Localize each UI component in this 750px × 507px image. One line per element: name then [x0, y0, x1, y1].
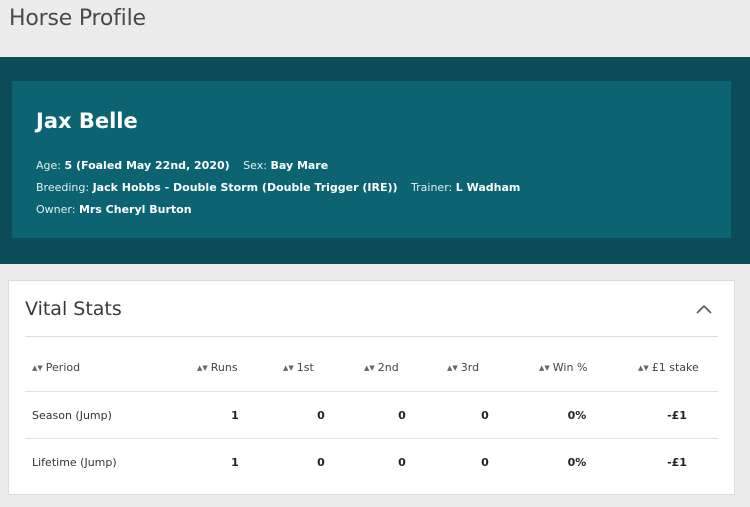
breeding-value: Jack Hobbs - Double Storm (Double Trigge…	[92, 181, 398, 194]
owner-label: Owner:	[36, 203, 76, 216]
stake-cell: -£1	[667, 409, 687, 422]
column-header-3rd[interactable]: ▲▼ 3rd	[447, 361, 479, 374]
breeding-label: Breeding:	[36, 181, 90, 194]
period-cell: Season (Jump)	[32, 409, 112, 422]
trainer-label: Trainer:	[411, 181, 453, 194]
first-cell: 0	[317, 456, 325, 469]
stats-divider	[25, 336, 718, 337]
column-header-period[interactable]: ▲▼ Period	[32, 361, 80, 374]
vital-stats-table: ▲▼ Period ▲▼ Runs ▲▼ 1st ▲▼ 2nd ▲▼ 3rd ▲▼ Win …	[25, 338, 718, 486]
stake-cell: -£1	[667, 456, 687, 469]
horse-profile-card: Jax Belle Age: 5 (Foaled May 22nd, 2020)…	[12, 81, 731, 238]
age-value: 5 (Foaled May 22nd, 2020)	[64, 159, 230, 172]
sort-arrows-icon: ▲▼	[364, 364, 375, 372]
second-cell: 0	[398, 456, 406, 469]
sort-arrows-icon: ▲▼	[539, 364, 550, 372]
sort-arrows-icon: ▲▼	[447, 364, 458, 372]
table-header-row: ▲▼ Period ▲▼ Runs ▲▼ 1st ▲▼ 2nd ▲▼ 3rd ▲▼ Win …	[25, 338, 718, 392]
second-cell: 0	[398, 409, 406, 422]
trainer-value[interactable]: L Wadham	[456, 181, 521, 194]
runs-cell: 1	[231, 409, 239, 422]
table-row: Lifetime (Jump) 1 0 0 0 0% -£1	[25, 439, 718, 486]
first-cell: 0	[317, 409, 325, 422]
sort-arrows-icon: ▲▼	[32, 364, 43, 372]
chevron-up-icon[interactable]	[695, 302, 713, 316]
vital-stats-title: Vital Stats	[25, 298, 122, 320]
sort-arrows-icon: ▲▼	[197, 364, 208, 372]
column-header-runs[interactable]: ▲▼ Runs	[197, 361, 238, 374]
profile-band: Jax Belle Age: 5 (Foaled May 22nd, 2020)…	[0, 57, 750, 264]
period-cell: Lifetime (Jump)	[32, 456, 117, 469]
sex-label: Sex:	[243, 159, 267, 172]
vital-stats-card: Vital Stats ▲▼ Period ▲▼ Runs ▲▼ 1st ▲▼ 2nd …	[8, 280, 735, 495]
sex-value: Bay Mare	[270, 159, 329, 172]
owner-value: Mrs Cheryl Burton	[78, 203, 192, 216]
column-header-win-pct[interactable]: ▲▼ Win %	[539, 361, 587, 374]
breeding-trainer-line: Breeding: Jack Hobbs - Double Storm (Dou…	[36, 181, 520, 194]
page-title: Horse Profile	[9, 6, 146, 31]
column-header-stake[interactable]: ▲▼ £1 stake	[638, 361, 699, 374]
page-header: Horse Profile	[0, 0, 750, 57]
column-header-1st[interactable]: ▲▼ 1st	[283, 361, 314, 374]
win-pct-cell: 0%	[567, 409, 587, 422]
sort-arrows-icon: ▲▼	[638, 364, 649, 372]
runs-cell: 1	[231, 456, 239, 469]
age-sex-line: Age: 5 (Foaled May 22nd, 2020) Sex: Bay …	[36, 159, 328, 172]
third-cell: 0	[481, 456, 489, 469]
horse-name: Jax Belle	[36, 109, 138, 133]
age-label: Age:	[36, 159, 61, 172]
column-header-2nd[interactable]: ▲▼ 2nd	[364, 361, 399, 374]
third-cell: 0	[481, 409, 489, 422]
sort-arrows-icon: ▲▼	[283, 364, 294, 372]
owner-line: Owner: Mrs Cheryl Burton	[36, 203, 192, 216]
table-row: Season (Jump) 1 0 0 0 0% -£1	[25, 392, 718, 439]
win-pct-cell: 0%	[567, 456, 587, 469]
